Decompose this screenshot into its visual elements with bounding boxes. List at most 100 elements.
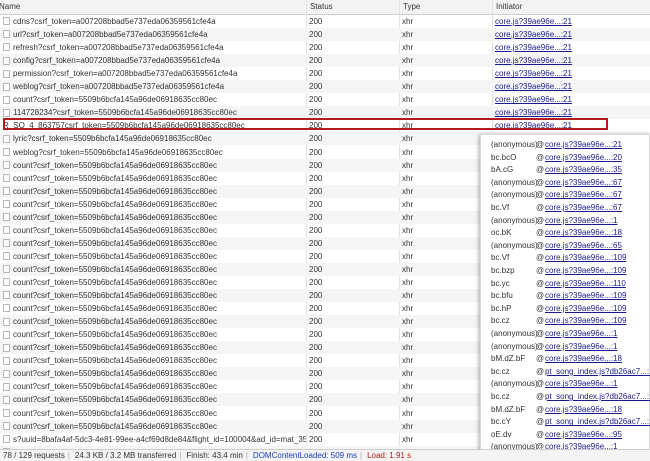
checkbox-icon [3, 147, 10, 156]
stack-frame: bc.hP @ core.js?39ae96e...:109 [481, 302, 650, 316]
stack-source-link[interactable]: core.js?39ae96e...:67 [545, 188, 622, 202]
stack-at-symbol: @ [536, 190, 545, 200]
checkbox-icon [3, 382, 10, 391]
request-type: xhr [402, 395, 414, 405]
stack-source-link[interactable]: core.js?39ae96e...:67 [545, 176, 622, 190]
stack-source-link[interactable]: core.js?39ae96e...:1 [545, 377, 618, 391]
request-initiator-link[interactable]: core.js?39ae96e...:21 [493, 28, 650, 41]
request-initiator-link[interactable]: core.js?39ae96e...:21 [493, 67, 650, 80]
request-name-cell[interactable]: count?csrf_token=5509b6bcfa145a96de06918… [0, 367, 306, 380]
request-name-cell[interactable]: count?csrf_token=5509b6bcfa145a96de06918… [0, 159, 306, 172]
stack-source-link[interactable]: pt_song_index.js?db26ac7...:10 [545, 365, 650, 379]
request-name-cell[interactable]: count?csrf_token=5509b6bcfa145a96de06918… [0, 237, 306, 250]
stack-source-link[interactable]: core.js?39ae96e...:109 [545, 251, 626, 265]
status-bar: 78 / 129 requests | 24.3 KB / 3.2 MB trans… [0, 449, 650, 461]
request-name-cell[interactable]: count?csrf_token=5509b6bcfa145a96de06918… [0, 407, 306, 420]
request-name-cell[interactable]: count?csrf_token=5509b6bcfa145a96de06918… [0, 328, 306, 341]
request-name-cell[interactable]: count?csrf_token=5509b6bcfa145a96de06918… [0, 172, 306, 185]
request-type: xhr [402, 343, 414, 353]
request-name-cell[interactable]: count?csrf_token=5509b6bcfa145a96de06918… [0, 302, 306, 315]
request-name-cell[interactable]: count?csrf_token=5509b6bcfa145a96de06918… [0, 276, 306, 289]
stack-source-link[interactable]: core.js?39ae96e...:109 [545, 289, 626, 303]
request-name-cell[interactable]: count?csrf_token=5509b6bcfa145a96de06918… [0, 250, 306, 263]
table-row[interactable]: permission?csrf_token=a007208bbad5e737ed… [0, 67, 650, 80]
request-name: 114728234?csrf_token=5509b6bcfa145a96de0… [13, 108, 237, 118]
request-initiator-link[interactable]: core.js?39ae96e...:21 [493, 41, 650, 54]
stack-frame: bA.cG @ core.js?39ae96e...:35 [481, 163, 650, 177]
stack-source-link[interactable]: core.js?39ae96e...:1 [545, 327, 618, 341]
stack-source-link[interactable]: core.js?39ae96e...:18 [545, 226, 622, 240]
stack-source-link[interactable]: core.js?39ae96e...:109 [545, 264, 626, 278]
stack-source-link[interactable]: pt_song_index.js?db26ac7...:12 [545, 415, 650, 429]
request-name-cell[interactable]: count?csrf_token=5509b6bcfa145a96de06918… [0, 93, 306, 106]
column-header-initiator[interactable]: Initiator [493, 0, 650, 14]
stack-source-link[interactable]: core.js?39ae96e...:1 [545, 214, 618, 228]
request-name-cell[interactable]: count?csrf_token=5509b6bcfa145a96de06918… [0, 315, 306, 328]
column-header-type[interactable]: Type [400, 0, 493, 14]
request-name-cell[interactable]: count?csrf_token=5509b6bcfa145a96de06918… [0, 224, 306, 237]
request-status: 200 [309, 160, 323, 170]
stack-source-link[interactable]: pt_song_index.js?db26ac7...:11 [545, 390, 650, 404]
request-name-cell[interactable]: count?csrf_token=5509b6bcfa145a96de06918… [0, 341, 306, 354]
request-name-cell[interactable]: count?csrf_token=5509b6bcfa145a96de06918… [0, 289, 306, 302]
request-name-cell[interactable]: cdns?csrf_token=a007208bbad5e737eda06359… [0, 15, 306, 28]
network-panel: Name Status Type Initiator cdns?csrf_tok… [0, 0, 650, 461]
stack-source-link[interactable]: core.js?39ae96e...:18 [545, 403, 622, 417]
request-status: 200 [309, 82, 323, 92]
column-header-status[interactable]: Status [307, 0, 400, 14]
request-name-cell[interactable]: config?csrf_token=a007208bbad5e737eda063… [0, 54, 306, 67]
checkbox-icon [3, 421, 10, 430]
table-row[interactable]: url?csrf_token=a007208bbad5e737eda063595… [0, 28, 650, 42]
request-initiator-link[interactable]: core.js?39ae96e...:21 [493, 54, 650, 67]
request-name-cell[interactable]: count?csrf_token=5509b6bcfa145a96de06918… [0, 263, 306, 276]
request-status: 200 [309, 382, 323, 392]
stack-source-link[interactable]: core.js?39ae96e...:18 [545, 352, 622, 366]
stack-source-link[interactable]: core.js?39ae96e...:65 [545, 239, 622, 253]
request-initiator-link[interactable]: core.js?39ae96e...:21 [493, 93, 650, 106]
request-name-cell[interactable]: count?csrf_token=5509b6bcfa145a96de06918… [0, 354, 306, 367]
request-name-cell[interactable]: url?csrf_token=a007208bbad5e737eda063595… [0, 28, 306, 41]
request-name: lyric?csrf_token=5509b6bcfa145a96de06918… [13, 134, 212, 144]
request-name-cell[interactable]: permission?csrf_token=a007208bbad5e737ed… [0, 67, 306, 80]
stack-source-link[interactable]: core.js?39ae96e...:95 [545, 428, 622, 442]
request-status: 200 [309, 264, 323, 274]
request-initiator-link[interactable]: core.js?39ae96e...:21 [493, 80, 650, 93]
table-row[interactable]: count?csrf_token=5509b6bcfa145a96de06918… [0, 93, 650, 106]
table-row[interactable]: cdns?csrf_token=a007208bbad5e737eda06359… [0, 15, 650, 28]
table-row[interactable]: weblog?csrf_token=a007208bbad5e737eda063… [0, 80, 650, 94]
request-name-cell[interactable]: weblog?csrf_token=5509b6bcfa145a96de0691… [0, 146, 306, 159]
request-name-cell[interactable]: count?csrf_token=5509b6bcfa145a96de06918… [0, 185, 306, 198]
request-name-cell[interactable]: weblog?csrf_token=a007208bbad5e737eda063… [0, 80, 306, 93]
table-row[interactable]: config?csrf_token=a007208bbad5e737eda063… [0, 54, 650, 68]
stack-source-link[interactable]: core.js?39ae96e...:109 [545, 314, 626, 328]
request-name-cell[interactable]: refresh?csrf_token=a007208bbad5e737eda06… [0, 41, 306, 54]
table-row[interactable]: refresh?csrf_token=a007208bbad5e737eda06… [0, 41, 650, 54]
request-name: count?csrf_token=5509b6bcfa145a96de06918… [13, 225, 217, 235]
request-name: count?csrf_token=5509b6bcfa145a96de06918… [13, 278, 217, 287]
stack-source-link[interactable]: core.js?39ae96e...:20 [545, 151, 622, 165]
request-name-cell[interactable]: count?csrf_token=5509b6bcfa145a96de06918… [0, 211, 306, 224]
request-name: count?csrf_token=5509b6bcfa145a96de06918… [13, 356, 217, 366]
request-name-cell[interactable]: count?csrf_token=5509b6bcfa145a96de06918… [0, 393, 306, 406]
stack-source-link[interactable]: core.js?39ae96e...:109 [545, 302, 626, 316]
request-type: xhr [402, 199, 414, 209]
request-type: xhr [402, 186, 414, 196]
request-name: count?csrf_token=5509b6bcfa145a96de06918… [13, 291, 217, 301]
request-name: weblog?csrf_token=a007208bbad5e737eda063… [13, 82, 225, 92]
request-name-cell[interactable]: count?csrf_token=5509b6bcfa145a96de06918… [0, 420, 306, 433]
stack-source-link[interactable]: core.js?39ae96e...:21 [545, 138, 622, 152]
stack-source-link[interactable]: core.js?39ae96e...:67 [545, 201, 622, 215]
checkbox-icon [3, 408, 10, 417]
column-header-name[interactable]: Name [0, 0, 307, 14]
stack-source-link[interactable]: core.js?39ae96e...:1 [545, 340, 618, 354]
request-type: xhr [402, 238, 414, 248]
request-name: count?csrf_token=5509b6bcfa145a96de06918… [13, 421, 217, 431]
request-name-cell[interactable]: count?csrf_token=5509b6bcfa145a96de06918… [0, 380, 306, 393]
request-name-cell[interactable]: s?uuid=8bafa4af-5dc3-4e81-99ee-a4cf69d8d… [0, 433, 306, 446]
stack-at-symbol: @ [536, 354, 545, 364]
stack-source-link[interactable]: core.js?39ae96e...:35 [545, 163, 622, 177]
request-name-cell[interactable]: lyric?csrf_token=5509b6bcfa145a96de06918… [0, 132, 306, 145]
request-initiator-link[interactable]: core.js?39ae96e...:21 [493, 15, 650, 28]
stack-source-link[interactable]: core.js?39ae96e...:110 [545, 277, 626, 291]
request-name-cell[interactable]: count?csrf_token=5509b6bcfa145a96de06918… [0, 198, 306, 211]
